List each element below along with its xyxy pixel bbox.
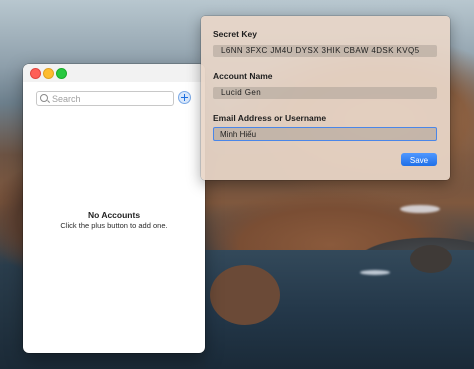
empty-state-subtitle: Click the plus button to add one. [60,221,168,230]
email-label: Email Address or Username [213,113,327,123]
wallpaper-rock [410,245,452,273]
email-field[interactable] [213,127,437,141]
secret-key-field[interactable]: L6NN 3FXC JM4U DYSX 3HIK CBAW 4DSK KVQ5 [213,45,437,57]
save-button[interactable]: Save [401,153,437,166]
add-account-button[interactable] [178,91,191,104]
main-window: No Accounts Click the plus button to add… [23,64,205,353]
wallpaper-rock [210,265,280,325]
title-bar [23,64,205,82]
zoom-window-button[interactable] [56,68,67,79]
search-input[interactable] [52,92,167,105]
search-icon [40,94,48,102]
account-name-field[interactable]: Lucid Gen [213,87,437,99]
wallpaper-foam [400,205,440,213]
account-name-label: Account Name [213,71,273,81]
add-account-popover: Secret Key L6NN 3FXC JM4U DYSX 3HIK CBAW… [201,16,450,180]
search-field[interactable] [36,91,174,106]
wallpaper-foam [360,270,390,275]
secret-key-label: Secret Key [213,29,257,39]
close-window-button[interactable] [30,68,41,79]
empty-state-title: No Accounts [87,210,141,220]
minimize-window-button[interactable] [43,68,54,79]
